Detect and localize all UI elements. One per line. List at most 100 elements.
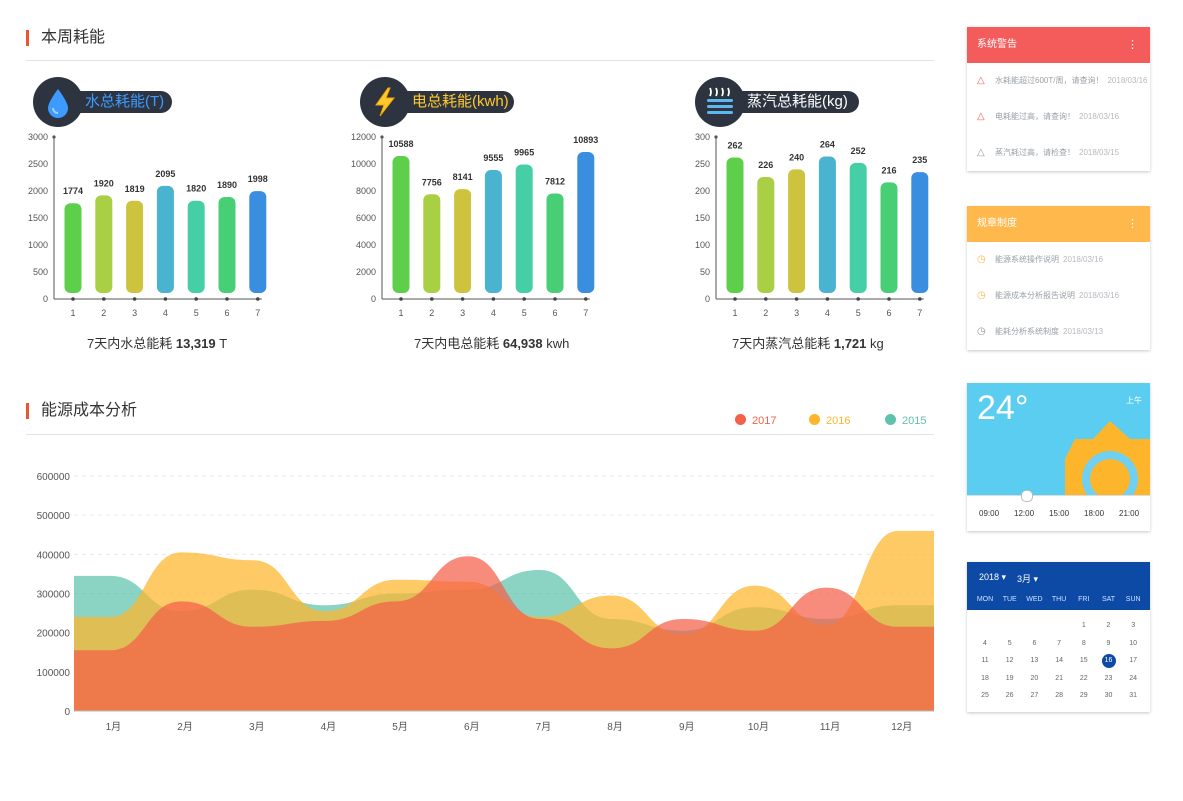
bar-chart-steam: 300 250 200 150 100 50 0 262 1 226 2 240 3 264 4 252 5 21… — [695, 132, 929, 318]
bar — [484, 170, 502, 293]
calendar-day[interactable]: 25 — [973, 692, 997, 699]
calendar-day[interactable]: 22 — [1072, 675, 1096, 682]
section-title-weekly: 本周耗能 — [26, 30, 105, 46]
alert-item[interactable]: △ 蒸汽耗过高，请检查！ 2018/03/15 — [967, 135, 1150, 171]
warning-icon: △ — [977, 111, 985, 122]
time-label[interactable]: 18:00 — [1084, 509, 1104, 518]
y-tick-label: 3000 — [28, 132, 48, 142]
legend-dot — [885, 414, 896, 425]
x-tick-dot — [132, 297, 137, 301]
calendar-day[interactable]: 29 — [1072, 692, 1096, 699]
calendar-day[interactable]: 20 — [1022, 675, 1046, 682]
calendar-day[interactable]: 12 — [998, 657, 1022, 664]
data-label: 262 — [727, 141, 742, 151]
alerts-title: 系统警告 — [977, 39, 1017, 50]
x-tick-label: 6 — [886, 308, 891, 318]
data-label: 1998 — [248, 174, 268, 184]
axis-dot — [380, 135, 384, 139]
calendar-day-today[interactable]: 16 — [1101, 654, 1116, 668]
badge-label-electricity: 电总耗能(kwh) — [412, 93, 509, 110]
y-tick-label: 0 — [705, 294, 710, 304]
alert-item[interactable]: △ 水耗能超过600T/周，请查询！ 2018/03/16 — [967, 63, 1150, 99]
legend-item-2015[interactable]: 2015 — [885, 414, 926, 427]
x-tick-label: 7 — [917, 308, 922, 318]
y-tick-label: 6000 — [356, 213, 376, 223]
x-tick-dot — [491, 297, 496, 301]
month-select[interactable]: 3月 ▾ — [1017, 572, 1038, 585]
time-label[interactable]: 09:00 — [979, 509, 999, 518]
rule-item[interactable]: ◷ 能源成本分析报告说明 2018/03/16 — [967, 278, 1150, 314]
calendar-day[interactable]: 3 — [1121, 622, 1145, 629]
x-tick-label: 4月 — [321, 721, 337, 733]
y-tick-label: 600000 — [37, 472, 71, 483]
x-tick-dot — [522, 297, 526, 301]
calendar-day[interactable]: 10 — [1121, 640, 1145, 647]
bar — [757, 176, 775, 293]
more-icon[interactable]: ⋮ — [1127, 206, 1138, 242]
calendar-day[interactable]: 30 — [1097, 692, 1121, 699]
calendar-day[interactable]: 18 — [973, 675, 997, 682]
rule-item[interactable]: ◷ 能源系统操作说明 2018/03/16 — [967, 242, 1150, 278]
legend-dot — [735, 414, 746, 425]
calendar-day[interactable]: 11 — [973, 657, 997, 664]
calendar-day[interactable]: 2 — [1097, 622, 1121, 629]
calendar-day[interactable]: 8 — [1072, 640, 1096, 647]
calendar-day[interactable]: 6 — [1022, 640, 1046, 647]
year-select[interactable]: 2018 ▾ — [979, 572, 1006, 583]
calendar-day[interactable]: 27 — [1022, 692, 1046, 699]
y-tick-label: 2000 — [28, 186, 48, 196]
y-tick-label: 8000 — [356, 186, 376, 196]
bar-chart-water: 3000 2500 2000 1500 1000 500 0 1774 1 1920 2 1819 3 2… — [28, 132, 268, 318]
calendar-day[interactable]: 23 — [1097, 675, 1121, 682]
x-tick-label: 5 — [194, 308, 199, 318]
time-label[interactable]: 12:00 — [1014, 509, 1034, 518]
data-label: 1820 — [186, 184, 206, 194]
y-tick-label: 2000 — [356, 267, 376, 277]
x-tick-label: 12月 — [891, 721, 912, 733]
data-label: 7812 — [545, 177, 565, 187]
water-drop-icon — [33, 77, 83, 127]
calendar-day[interactable]: 7 — [1047, 640, 1071, 647]
calendar-day[interactable]: 19 — [998, 675, 1022, 682]
more-icon[interactable]: ⋮ — [1127, 27, 1138, 63]
lightning-icon — [360, 77, 410, 127]
calendar-day[interactable]: 21 — [1047, 675, 1071, 682]
data-label: 240 — [789, 152, 804, 162]
bar — [218, 196, 236, 293]
x-tick-dot — [825, 297, 830, 301]
calendar-day[interactable]: 4 — [973, 640, 997, 647]
weekday-label: THU — [1051, 596, 1067, 603]
calendar-day[interactable]: 15 — [1072, 657, 1096, 664]
time-label[interactable]: 15:00 — [1049, 509, 1069, 518]
calendar-day[interactable]: 13 — [1022, 657, 1046, 664]
x-tick-label: 5 — [522, 308, 527, 318]
x-tick-label: 6 — [224, 308, 229, 318]
calendar-day[interactable]: 31 — [1121, 692, 1145, 699]
calendar-day[interactable]: 24 — [1121, 675, 1145, 682]
calendar-day[interactable]: 28 — [1047, 692, 1071, 699]
time-label[interactable]: 21:00 — [1119, 509, 1139, 518]
y-tick-label: 1500 — [28, 213, 48, 223]
total-water: 7天内水总能耗 13,319 T — [87, 336, 228, 351]
bar — [392, 156, 410, 293]
calendar-day[interactable]: 26 — [998, 692, 1022, 699]
y-tick-label: 50 — [700, 267, 710, 277]
y-tick-label: 300000 — [37, 590, 71, 601]
calendar-day[interactable]: 5 — [998, 640, 1022, 647]
section-divider — [26, 434, 934, 435]
rule-item[interactable]: ◷ 能耗分析系统制度 2018/03/13 — [967, 314, 1150, 350]
legend-item-2017[interactable]: 2017 — [735, 414, 776, 427]
x-tick-dot — [733, 297, 737, 301]
x-tick-label: 7 — [255, 308, 260, 318]
legend-item-2016[interactable]: 2016 — [809, 414, 850, 427]
data-label: 10588 — [388, 139, 413, 149]
weekday-label: MON — [976, 596, 994, 603]
calendar-day[interactable]: 9 — [1097, 640, 1121, 647]
calendar-day[interactable]: 17 — [1121, 657, 1145, 664]
x-tick-label: 4 — [491, 308, 496, 318]
calendar-day[interactable]: 1 — [1072, 622, 1096, 629]
axis-dot — [52, 135, 56, 139]
calendar-day[interactable]: 14 — [1047, 657, 1071, 664]
clock-icon: ◷ — [977, 326, 986, 337]
alert-item[interactable]: △ 电耗能过高，请查询！ 2018/03/16 — [967, 99, 1150, 135]
